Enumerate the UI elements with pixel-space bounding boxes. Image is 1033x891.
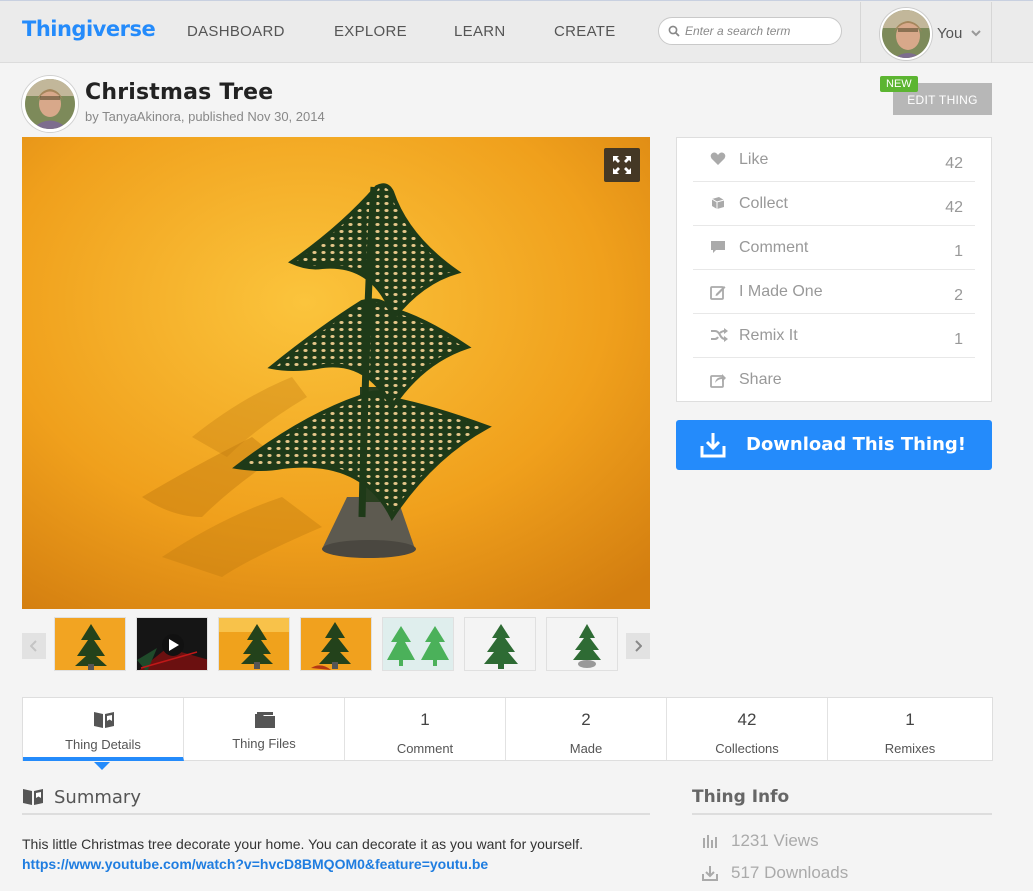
remix-label: Remix It: [739, 327, 798, 344]
remix-count: 1: [954, 331, 963, 348]
comment-icon: [711, 241, 725, 253]
main-image[interactable]: [22, 137, 650, 609]
views-count: 1231 Views: [731, 831, 819, 850]
like-action[interactable]: Like 42: [693, 138, 975, 182]
summary-title: Summary: [54, 787, 141, 808]
tab-remixes-label: Remixes: [884, 741, 936, 756]
thingiverse-logo[interactable]: Thingiverse: [22, 17, 156, 41]
search-icon: [668, 25, 680, 37]
tab-remixes-count: 1: [905, 710, 915, 729]
search-input[interactable]: [685, 22, 835, 40]
chevron-left-icon: [30, 640, 37, 652]
tab-made-count: 2: [581, 710, 591, 729]
download-button[interactable]: Download This Thing!: [676, 420, 992, 470]
collect-icon: [711, 197, 725, 209]
tab-thing-details[interactable]: Thing Details: [23, 698, 184, 761]
summary-text: This little Christmas tree decorate your…: [22, 836, 584, 852]
page-title: Christmas Tree: [85, 80, 274, 105]
thumbnail-4[interactable]: [300, 617, 372, 671]
active-tab-caret: [94, 762, 110, 770]
creator-avatar[interactable]: [22, 76, 78, 132]
new-badge: NEW: [880, 76, 918, 92]
expand-icon: [613, 156, 631, 174]
collect-label: Collect: [739, 195, 788, 212]
thumbnails-next-button[interactable]: [626, 633, 650, 659]
remix-action[interactable]: Remix It 1: [693, 314, 975, 358]
summary-youtube-link[interactable]: https://www.youtube.com/watch?v=hvcD8BMQ…: [22, 856, 488, 872]
share-action[interactable]: Share: [693, 358, 975, 402]
collect-action[interactable]: Collect 42: [693, 182, 975, 226]
nav-explore[interactable]: EXPLORE: [334, 23, 407, 40]
folder-icon: [255, 712, 275, 728]
thing-details-icon: [94, 712, 114, 728]
user-avatar: [880, 8, 932, 60]
tab-collections[interactable]: 42 Collections: [667, 698, 828, 760]
remix-icon: [711, 328, 728, 342]
book-icon: [23, 789, 43, 805]
thumbnail-7[interactable]: [546, 617, 618, 671]
tab-remixes[interactable]: 1 Remixes: [828, 698, 992, 760]
tab-made[interactable]: 2 Made: [506, 698, 667, 760]
user-menu[interactable]: You: [860, 2, 992, 63]
comment-count: 1: [954, 243, 963, 260]
thing-actions-card: Like 42 Collect 42 Comment 1 I Made One …: [676, 137, 992, 402]
summary-header: Summary: [22, 785, 650, 815]
thumbnail-video[interactable]: [136, 617, 208, 671]
download-label: Download This Thing!: [746, 434, 966, 455]
share-label: Share: [739, 371, 782, 388]
downloads-count: 517 Downloads: [731, 863, 849, 882]
comment-label: Comment: [739, 239, 809, 256]
tab-thing-details-label: Thing Details: [65, 737, 141, 752]
tab-thing-files[interactable]: Thing Files: [184, 698, 345, 760]
nav-create[interactable]: CREATE: [554, 23, 616, 40]
thumbnail-3[interactable]: [218, 617, 290, 671]
thumbnail-1[interactable]: [54, 617, 126, 671]
thing-tabs: Thing Details Thing Files 1 Comment 2 Ma…: [22, 697, 993, 761]
made-one-action[interactable]: I Made One 2: [693, 270, 975, 314]
tab-made-label: Made: [569, 741, 603, 756]
tab-thing-files-label: Thing Files: [232, 736, 296, 751]
comment-action[interactable]: Comment 1: [693, 226, 975, 270]
thing-info-header: Thing Info: [692, 785, 992, 815]
top-navigation-bar: Thingiverse DASHBOARD EXPLORE LEARN CREA…: [0, 0, 1033, 63]
chevron-down-icon: [971, 30, 981, 37]
tab-collections-count: 42: [737, 710, 757, 729]
like-label: Like: [739, 151, 769, 168]
fullscreen-button[interactable]: [604, 148, 640, 182]
heart-icon: [710, 152, 726, 165]
tab-collections-label: Collections: [715, 741, 779, 756]
made-one-label: I Made One: [739, 283, 823, 300]
thing-byline: by TanyaAkinora, published Nov 30, 2014: [85, 109, 325, 124]
collect-count: 42: [945, 199, 963, 216]
share-icon: [710, 374, 726, 388]
thumbnails-prev-button[interactable]: [22, 633, 46, 659]
search-box: [658, 17, 842, 45]
download-icon: [702, 866, 718, 881]
user-label: You: [937, 25, 963, 42]
thing-info-title: Thing Info: [692, 787, 790, 807]
made-one-count: 2: [954, 287, 963, 304]
bar-chart-icon: [703, 835, 717, 848]
thumbnail-5[interactable]: [382, 617, 454, 671]
tab-comment-count: 1: [420, 710, 430, 729]
download-icon: [700, 433, 726, 458]
made-one-icon: [710, 286, 726, 300]
chevron-right-icon: [635, 640, 642, 652]
like-count: 42: [945, 155, 963, 172]
nav-dashboard[interactable]: DASHBOARD: [187, 23, 285, 40]
tab-comment[interactable]: 1 Comment: [345, 698, 506, 760]
tab-comment-label: Comment: [396, 741, 454, 756]
nav-learn[interactable]: LEARN: [454, 23, 506, 40]
thumbnail-6[interactable]: [464, 617, 536, 671]
